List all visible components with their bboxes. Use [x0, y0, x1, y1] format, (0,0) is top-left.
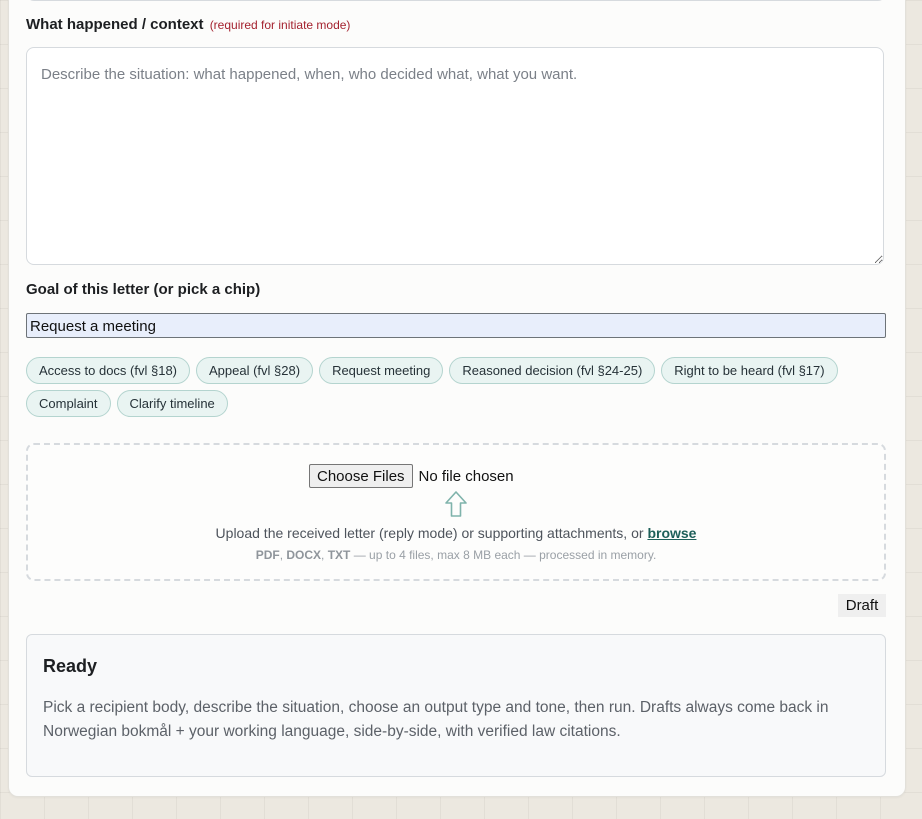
chip-clarify-timeline[interactable]: Clarify timeline — [116, 390, 228, 417]
status-badge: Draft — [838, 594, 886, 617]
format-txt: TXT — [327, 548, 351, 562]
upload-instructions-text: Upload the received letter (reply mode) … — [215, 525, 644, 541]
chip-complaint[interactable]: Complaint — [26, 390, 111, 417]
goal-input[interactable] — [26, 313, 886, 338]
upload-instructions: Upload the received letter (reply mode) … — [28, 525, 884, 541]
result-heading: Ready — [43, 656, 98, 676]
file-input[interactable]: Choose Files No file chosen — [309, 464, 514, 488]
chip-request-meeting[interactable]: Request meeting — [319, 357, 444, 384]
result-text: Pick a recipient body, describe the situ… — [43, 699, 829, 740]
goal-chips: Access to docs (fvl §18) Appeal (fvl §28… — [26, 357, 846, 417]
format-docx: DOCX — [286, 548, 322, 562]
file-status: No file chosen — [418, 467, 514, 485]
upload-hint: PDF, DOCX, TXT — up to 4 files, max 8 MB… — [28, 548, 884, 562]
chip-appeal[interactable]: Appeal (fvl §28) — [196, 357, 314, 384]
format-pdf: PDF — [255, 548, 280, 562]
goal-label: Goal of this letter (or pick a chip) — [26, 281, 261, 298]
format-separator: , — [321, 548, 328, 562]
result-panel: Ready Pick a recipient body, describe th… — [26, 634, 886, 777]
chip-right-to-be-heard[interactable]: Right to be heard (fvl §17) — [661, 357, 838, 384]
previous-field-edge[interactable] — [26, 0, 886, 1]
upload-arrow-icon — [445, 491, 467, 517]
chip-reasoned-decision[interactable]: Reasoned decision (fvl §24-25) — [449, 357, 656, 384]
context-label: What happened / context (required for in… — [26, 16, 350, 33]
required-note: (required for initiate mode) — [209, 18, 351, 32]
upload-hint-limits: — up to 4 files, max 8 MB each — process… — [350, 548, 657, 562]
choose-files-button[interactable]: Choose Files — [309, 464, 413, 488]
context-label-text: What happened / context — [26, 16, 204, 33]
context-textarea[interactable] — [26, 47, 884, 265]
chip-access-to-docs[interactable]: Access to docs (fvl §18) — [26, 357, 190, 384]
browse-link[interactable]: browse — [647, 525, 696, 541]
upload-dropzone[interactable]: Choose Files No file chosen Upload the r… — [26, 443, 886, 581]
